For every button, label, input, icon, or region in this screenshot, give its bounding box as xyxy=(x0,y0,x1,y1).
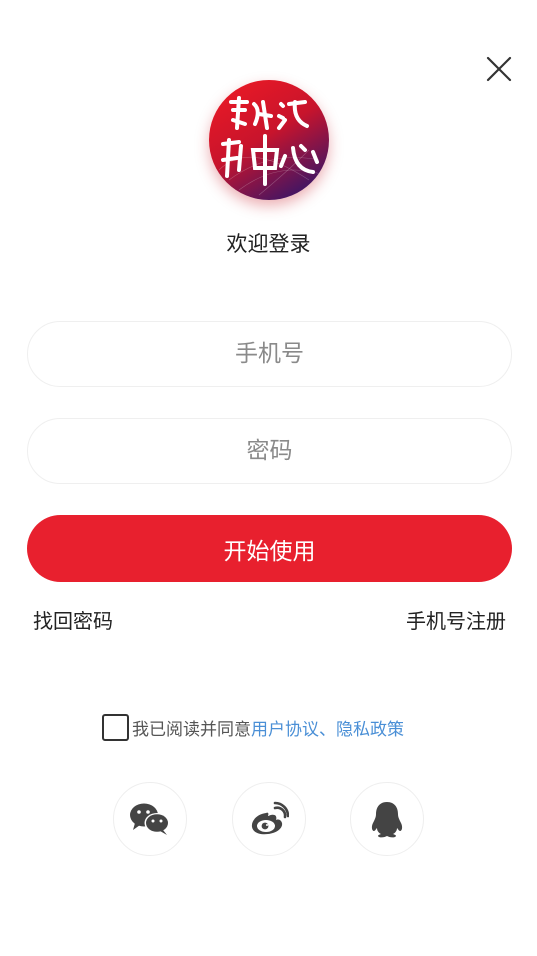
wechat-login-button[interactable] xyxy=(113,782,187,856)
wechat-icon xyxy=(130,803,170,835)
agreement-row: 我已阅读并同意 用户协议、隐私政策 xyxy=(102,709,404,741)
welcome-title: 欢迎登录 xyxy=(226,232,311,256)
close-icon xyxy=(486,56,512,82)
qq-login-button[interactable] xyxy=(350,782,424,856)
weibo-login-button[interactable] xyxy=(232,782,306,856)
register-link[interactable]: 手机号注册 xyxy=(406,605,506,634)
weibo-icon xyxy=(251,801,289,835)
terms-link[interactable]: 用户协议、隐私政策 xyxy=(251,719,404,741)
app-logo xyxy=(209,80,329,200)
login-page: 欢迎登录 开始使用 找回密码 手机号注册 我已阅读并同意 用户协议、隐私政策 xyxy=(0,0,537,956)
qq-icon xyxy=(371,802,403,838)
start-button[interactable]: 开始使用 xyxy=(27,515,512,582)
agreement-text: 我已阅读并同意 xyxy=(132,720,251,740)
close-button[interactable] xyxy=(484,54,514,84)
phone-input[interactable] xyxy=(27,321,512,387)
agreement-checkbox[interactable] xyxy=(102,714,129,741)
forgot-password-link[interactable]: 找回密码 xyxy=(33,605,113,634)
password-input[interactable] xyxy=(27,418,512,484)
